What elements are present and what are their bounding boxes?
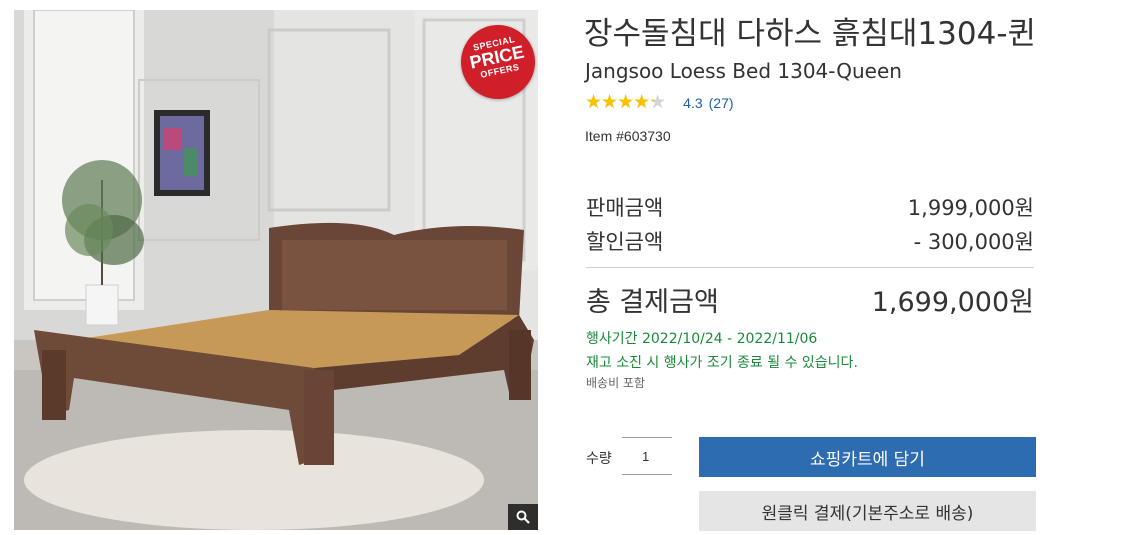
bed-photo <box>14 10 538 530</box>
product-image[interactable]: SPECIAL PRICE OFFERS <box>14 10 538 530</box>
rating-value[interactable]: 4.3 <box>683 95 702 111</box>
discount-value: - 300,000원 <box>913 230 1034 254</box>
sale-price-row: 판매금액 1,999,000원 <box>586 192 1034 222</box>
rating-summary[interactable]: ★★★★★ ★★★★★ 4.3 (27) <box>585 93 734 112</box>
total-price-label: 총 결제금액 <box>586 287 719 318</box>
total-price-row: 총 결제금액 1,699,000원 <box>586 280 1034 319</box>
sale-price-value: 1,999,000원 <box>907 196 1034 220</box>
one-click-checkout-button[interactable]: 원클릭 결제(기본주소로 배송) <box>699 491 1036 531</box>
promo-period: 행사기간 2022/10/24 - 2022/11/06 <box>586 331 818 347</box>
add-to-cart-button[interactable]: 쇼핑카트에 담기 <box>699 437 1036 477</box>
quantity-label: 수량 <box>586 451 612 467</box>
star-rating: ★★★★★ ★★★★★ <box>585 93 666 112</box>
quantity-input[interactable] <box>622 437 672 475</box>
review-count-link[interactable]: (27) <box>709 95 734 111</box>
shipping-note: 배송비 포함 <box>586 376 646 390</box>
star-icon-filled: ★★★★★ <box>585 93 654 112</box>
sale-price-label: 판매금액 <box>586 196 664 220</box>
magnifier-icon <box>516 510 530 524</box>
discount-row: 할인금액 - 300,000원 <box>586 226 1034 256</box>
price-divider <box>586 267 1034 268</box>
total-price-value: 1,699,000원 <box>871 287 1034 318</box>
promo-notice: 재고 소진 시 행사가 조기 종료 될 수 있습니다. <box>586 355 858 371</box>
product-title-english: Jangsoo Loess Bed 1304-Queen <box>585 59 902 83</box>
item-number: Item #603730 <box>585 128 671 144</box>
zoom-button[interactable] <box>508 504 538 530</box>
product-title-korean: 장수돌침대 다하스 흙침대1304-퀸 <box>584 16 1037 52</box>
discount-label: 할인금액 <box>586 230 664 254</box>
